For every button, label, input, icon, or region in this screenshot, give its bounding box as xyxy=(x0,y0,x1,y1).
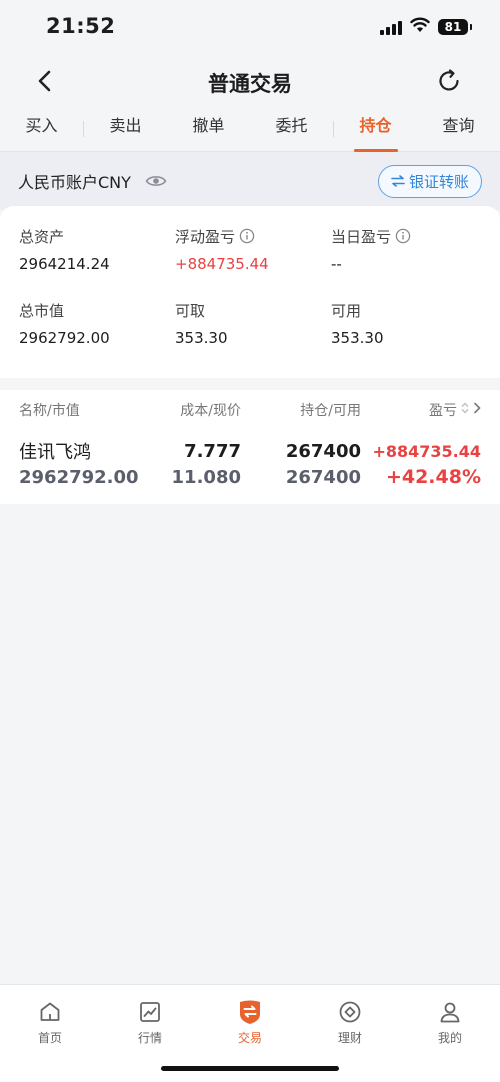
tab-positions[interactable]: 持仓 xyxy=(334,106,417,152)
eye-icon[interactable] xyxy=(145,174,167,188)
holdings-list: 名称/市值 成本/现价 持仓/可用 盈亏 佳讯飞鸿 7.777 267400 +… xyxy=(0,390,500,504)
info-icon[interactable] xyxy=(395,228,411,244)
home-icon xyxy=(37,999,63,1025)
available-label: 可用 xyxy=(331,301,362,320)
section-gap xyxy=(0,378,500,390)
transfer-label: 银证转账 xyxy=(408,173,469,191)
stock-market-value: 2962792.00 xyxy=(19,466,139,488)
daily-pl: 当日盈亏 -- xyxy=(331,226,481,300)
daily-pl-value: -- xyxy=(331,255,342,273)
refresh-button[interactable] xyxy=(434,66,464,96)
asset-summary: 总资产 2964214.24 浮动盈亏 +884735.44 当日盈亏 -- 总… xyxy=(0,206,500,378)
trade-icon xyxy=(237,999,263,1025)
nav-me-label: 我的 xyxy=(437,1031,462,1045)
header-pl-sort[interactable]: 盈亏 xyxy=(361,400,481,420)
bank-transfer-button[interactable]: 银证转账 xyxy=(377,165,482,198)
trade-tabs: 买入 卖出 撤单 委托 持仓 查询 xyxy=(0,106,500,152)
coin-icon xyxy=(337,999,363,1025)
top-area: 21:52 81 普通交易 买入 卖出 撤单 委托 持仓 查询 xyxy=(0,0,500,152)
page-title: 普通交易 xyxy=(208,72,292,96)
sort-icon xyxy=(461,402,469,418)
available-value: 353.30 xyxy=(331,329,384,347)
total-assets-value: 2964214.24 xyxy=(19,255,110,273)
status-icons: 81 xyxy=(380,17,472,37)
chart-icon xyxy=(137,999,163,1025)
nav-home-label: 首页 xyxy=(37,1031,62,1045)
header-cost: 成本/现价 xyxy=(180,403,241,419)
daily-pl-text: 当日盈亏 xyxy=(331,227,392,246)
total-assets: 总资产 2964214.24 xyxy=(19,226,175,300)
stock-name: 佳讯飞鸿 xyxy=(19,442,91,463)
tab-query[interactable]: 查询 xyxy=(417,106,500,152)
stock-pl: +884735.44 xyxy=(372,441,481,461)
withdrawable-value: 353.30 xyxy=(175,329,228,347)
status-bar: 21:52 81 xyxy=(0,0,500,56)
stock-price: 11.080 xyxy=(171,466,241,488)
daily-pl-label: 当日盈亏 xyxy=(331,226,481,246)
info-icon[interactable] xyxy=(239,228,255,244)
holdings-header: 名称/市值 成本/现价 持仓/可用 盈亏 xyxy=(19,390,481,430)
signal-icon xyxy=(380,19,402,35)
header-name: 名称/市值 xyxy=(19,403,80,419)
stock-cost: 7.777 xyxy=(184,440,241,462)
wifi-icon xyxy=(410,17,430,37)
nav-trade-label: 交易 xyxy=(237,1031,262,1045)
floating-pl-label: 浮动盈亏 xyxy=(175,226,331,246)
stock-pl-pct: +42.48% xyxy=(385,466,481,488)
tab-cancel[interactable]: 撤单 xyxy=(167,106,250,152)
tab-sell[interactable]: 卖出 xyxy=(84,106,167,152)
nav-home[interactable]: 首页 xyxy=(0,985,100,1082)
holding-row[interactable]: 佳讯飞鸿 7.777 267400 +884735.44 2962792.00 … xyxy=(19,430,481,504)
nav-bar: 普通交易 xyxy=(0,56,500,106)
account-row: 人民币账户CNY 银证转账 xyxy=(0,152,500,210)
nav-market-label: 行情 xyxy=(137,1031,162,1045)
tab-buy[interactable]: 买入 xyxy=(0,106,83,152)
market-value: 总市值 2962792.00 xyxy=(19,300,175,374)
battery-indicator: 81 xyxy=(438,19,472,35)
market-value-value: 2962792.00 xyxy=(19,329,110,347)
account-label: 人民币账户CNY xyxy=(18,173,131,192)
floating-pl-text: 浮动盈亏 xyxy=(175,227,236,246)
withdrawable: 可取 353.30 xyxy=(175,300,331,374)
nav-me[interactable]: 我的 xyxy=(400,985,500,1082)
nav-wealth-label: 理财 xyxy=(337,1031,362,1045)
header-position: 持仓/可用 xyxy=(300,403,361,419)
market-value-label: 总市值 xyxy=(19,301,65,320)
total-assets-label: 总资产 xyxy=(19,227,65,246)
chevron-right-icon xyxy=(473,402,481,418)
refresh-icon xyxy=(439,69,459,91)
available: 可用 353.30 xyxy=(331,300,481,374)
withdrawable-label: 可取 xyxy=(175,301,206,320)
stock-position: 267400 xyxy=(285,440,361,462)
floating-pl: 浮动盈亏 +884735.44 xyxy=(175,226,331,300)
transfer-icon xyxy=(391,173,405,191)
tab-orders[interactable]: 委托 xyxy=(250,106,333,152)
stock-available: 267400 xyxy=(285,466,361,488)
floating-pl-value: +884735.44 xyxy=(175,255,269,273)
user-icon xyxy=(437,999,463,1025)
status-time: 21:52 xyxy=(46,14,116,38)
header-pl: 盈亏 xyxy=(429,403,457,419)
home-indicator xyxy=(161,1066,339,1071)
